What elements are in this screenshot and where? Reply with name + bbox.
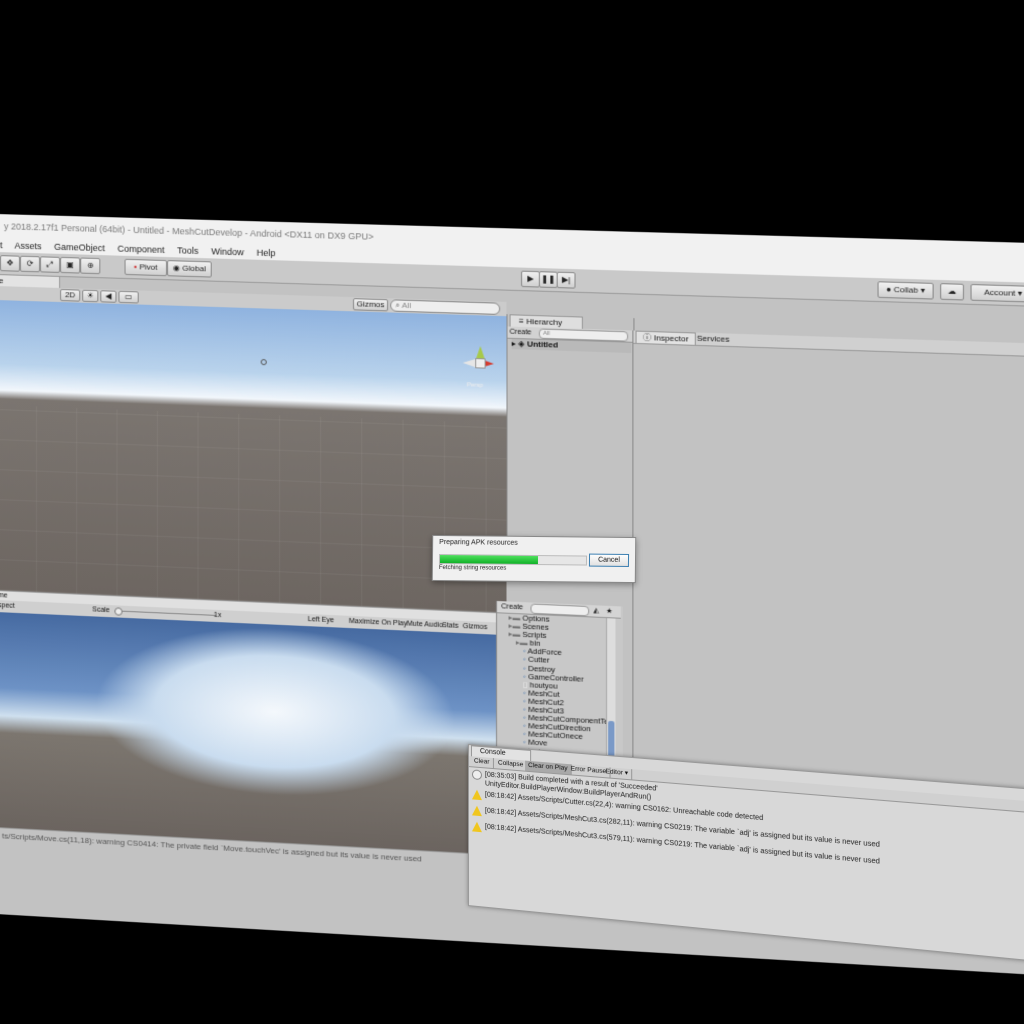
hierarchy-create-button[interactable]: Create <box>510 327 532 339</box>
aspect-dropdown[interactable]: spect <box>0 600 15 613</box>
sun-icon: ☀ <box>86 290 94 301</box>
hierarchy-search-placeholder: All <box>543 330 551 338</box>
cancel-button[interactable]: Cancel <box>588 553 630 567</box>
pivot-toggle[interactable]: ▪ Pivot <box>124 258 168 277</box>
game-gizmos-toggle[interactable]: Gizmos <box>463 621 488 634</box>
effects-dropdown[interactable]: ▭ <box>118 290 139 304</box>
inspector-tab-bar: ⓘ Inspector Services <box>633 330 1024 359</box>
console-clear-button[interactable]: Clear <box>470 756 494 769</box>
game-viewport[interactable] <box>0 612 507 855</box>
build-progress-dialog: Preparing APK resources Fetching string … <box>431 534 637 584</box>
scene-search-placeholder: All <box>401 300 411 311</box>
rotate-icon: ⟳ <box>26 258 34 269</box>
persp-label: Persp <box>466 382 484 389</box>
y-axis-arrow <box>476 345 485 359</box>
scale-icon: ⤢ <box>46 259 54 269</box>
2d-toggle[interactable]: 2D <box>60 288 81 302</box>
hierarchy-tab-label: Hierarchy <box>526 316 563 328</box>
step-button[interactable]: ▶| <box>556 271 576 289</box>
tab-game[interactable]: me <box>0 592 8 599</box>
warning-icon <box>471 821 482 833</box>
scene-name: Untitled <box>526 339 559 350</box>
progress-bar <box>438 554 588 566</box>
transform-tool-button[interactable]: ⊕ <box>80 257 101 275</box>
scale-tool-button[interactable]: ⤢ <box>40 256 61 273</box>
menu-gameobject[interactable]: GameObject <box>54 242 105 254</box>
scene-orientation-gizmo[interactable] <box>462 345 494 377</box>
project-scrollbar[interactable] <box>606 618 616 773</box>
console-collapse-button[interactable]: Collapse <box>494 758 528 771</box>
unity-scene-icon: ◈ <box>518 339 525 349</box>
progress-status: Fetching string resources <box>438 565 507 572</box>
collab-label: Collab ▾ <box>893 284 925 296</box>
search-icon: ⌕ <box>395 300 400 310</box>
pivot-label: Pivot <box>139 262 158 272</box>
lighting-toggle[interactable]: ☀ <box>82 289 99 303</box>
chevron-down-icon: ▾ <box>1017 288 1023 299</box>
menu-help[interactable]: Help <box>257 248 276 259</box>
scale-value: 1x <box>213 611 222 620</box>
audio-toggle[interactable]: ◀ <box>100 290 117 303</box>
filter-icon[interactable]: ◭ <box>593 605 599 617</box>
pause-button[interactable]: ❚❚ <box>538 271 558 289</box>
pivot-icon: ▪ <box>134 262 138 272</box>
rotate-tool-button[interactable]: ⟳ <box>19 255 41 273</box>
rect-tool-button[interactable]: ▣ <box>60 256 81 274</box>
stats-toggle[interactable]: Stats <box>442 620 459 633</box>
step-icon: ▶| <box>561 274 571 285</box>
speaker-icon: ◀ <box>105 291 112 301</box>
dialog-title: Preparing APK resources <box>439 539 518 547</box>
scale-label: Scale <box>92 606 110 615</box>
scale-slider-handle[interactable] <box>114 607 123 616</box>
move-tool-button[interactable]: ✥ <box>0 255 20 272</box>
play-button[interactable]: ▶ <box>521 270 540 288</box>
menu-tools[interactable]: Tools <box>177 245 198 256</box>
info-icon <box>471 769 482 781</box>
warning-icon <box>471 789 482 801</box>
services-tab-label: Services <box>696 333 730 344</box>
console-tab-label: Console <box>479 747 506 758</box>
play-icon: ▶ <box>527 273 534 284</box>
account-label: Account <box>983 287 1016 298</box>
scene-viewport[interactable]: Persp <box>0 300 507 613</box>
cloud-button[interactable]: ☁ <box>940 283 964 301</box>
menu-component[interactable]: Component <box>118 244 165 255</box>
scene-tab-label: e <box>0 276 4 286</box>
star-icon[interactable]: ★ <box>606 606 613 618</box>
collab-icon: ● <box>886 284 892 295</box>
tab-inspector[interactable]: ⓘ Inspector <box>635 330 696 346</box>
menu-window[interactable]: Window <box>211 246 244 257</box>
rect-icon: ▣ <box>66 260 74 270</box>
expand-arrow-icon: ▸ <box>511 338 516 349</box>
warning-icon <box>471 805 482 817</box>
transform-icon: ⊕ <box>86 260 94 270</box>
list-icon: ≡ <box>518 316 524 326</box>
x-neg-axis-arrow <box>462 358 476 368</box>
account-dropdown[interactable]: Account ▾ <box>970 284 1024 303</box>
progress-bar-fill <box>439 555 538 565</box>
console-editor-button[interactable]: Editor ▾ <box>602 766 633 780</box>
menu-assets[interactable]: Assets <box>15 241 42 252</box>
global-label: Global <box>182 263 206 274</box>
scale-slider[interactable] <box>114 607 216 616</box>
globe-icon: ◉ <box>172 263 181 273</box>
project-create-button[interactable]: Create <box>501 601 523 613</box>
gizmo-cube <box>475 358 486 369</box>
move-icon: ✥ <box>6 258 14 268</box>
scene-gizmos-dropdown[interactable]: Gizmos <box>352 298 389 312</box>
image-icon: ▭ <box>124 292 133 302</box>
scene-object-marker[interactable] <box>260 358 267 366</box>
pause-icon: ❚❚ <box>541 274 556 284</box>
tab-services[interactable]: Services <box>691 332 736 345</box>
console-clear-on-play-button[interactable]: Clear on Play <box>525 760 572 775</box>
cloud-icon: ☁ <box>947 286 957 297</box>
gizmos-label: Gizmos <box>356 299 385 310</box>
global-toggle[interactable]: ◉ Global <box>167 260 212 278</box>
menu-edit[interactable]: it <box>0 240 2 250</box>
scene-grid <box>0 405 507 613</box>
2d-label: 2D <box>64 290 76 300</box>
info-icon: ⓘ <box>642 332 652 343</box>
collab-button[interactable]: ● Collab ▾ <box>877 281 934 300</box>
inspector-tab-label: Inspector <box>653 333 689 344</box>
